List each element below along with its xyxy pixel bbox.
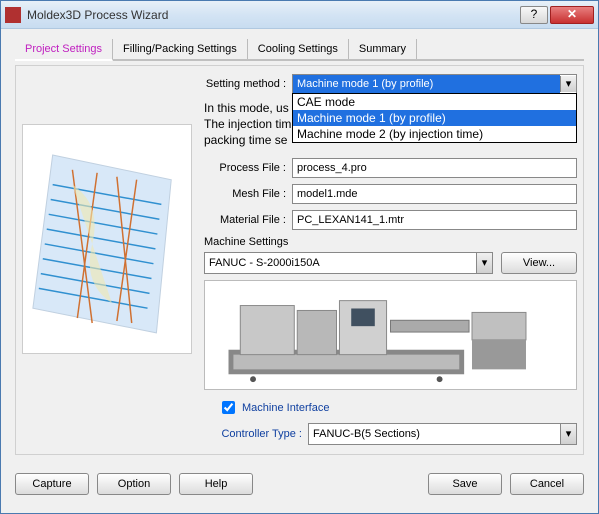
info-line-2: The injection tim (204, 117, 291, 131)
process-file-input[interactable] (292, 158, 577, 178)
setting-method-options: CAE mode Machine mode 1 (by profile) Mac… (292, 93, 577, 143)
machine-interface-label: Machine Interface (242, 402, 329, 414)
controller-type-dropdown[interactable]: FANUC-B(5 Sections) ▾ (308, 423, 577, 445)
material-file-label: Material File : (198, 214, 292, 226)
setting-method-dropdown[interactable]: Machine mode 1 (by profile) ▾ (292, 74, 577, 94)
process-file-label: Process File : (198, 162, 292, 174)
tab-filling-packing[interactable]: Filling/Packing Settings (113, 39, 248, 59)
cancel-button[interactable]: Cancel (510, 473, 584, 495)
machine-image (204, 280, 577, 390)
view-button[interactable]: View... (501, 252, 577, 274)
help-button-footer[interactable]: Help (179, 473, 253, 495)
footer-buttons: Capture Option Help Save Cancel (1, 465, 598, 503)
tab-cooling-settings[interactable]: Cooling Settings (248, 39, 349, 59)
tab-project-settings[interactable]: Project Settings (15, 39, 113, 61)
help-button[interactable]: ? (520, 6, 548, 24)
option-machine-mode-1[interactable]: Machine mode 1 (by profile) (293, 110, 576, 126)
machine-interface-checkbox[interactable] (222, 401, 235, 414)
option-button[interactable]: Option (97, 473, 171, 495)
info-line-3: packing time se (204, 133, 287, 147)
controller-type-value: FANUC-B(5 Sections) (309, 428, 560, 440)
mesh-file-input[interactable] (292, 184, 577, 204)
wizard-window: Moldex3D Process Wizard ? ✕ Project Sett… (0, 0, 599, 514)
controller-type-label: Controller Type : (198, 428, 308, 440)
tab-strip: Project Settings Filling/Packing Setting… (15, 39, 584, 61)
setting-method-label: Setting method : (198, 78, 292, 90)
machine-dropdown[interactable]: FANUC - S-2000i150A ▾ (204, 252, 493, 274)
material-file-input[interactable] (292, 210, 577, 230)
info-line-1: In this mode, us (204, 101, 289, 115)
chevron-down-icon[interactable]: ▾ (476, 253, 492, 273)
mesh-file-label: Mesh File : (198, 188, 292, 200)
setting-method-value: Machine mode 1 (by profile) (293, 75, 560, 93)
app-icon (5, 7, 21, 23)
option-machine-mode-2[interactable]: Machine mode 2 (by injection time) (293, 126, 576, 142)
chevron-down-icon[interactable]: ▾ (560, 424, 576, 444)
tab-summary[interactable]: Summary (349, 39, 417, 59)
capture-button[interactable]: Capture (15, 473, 89, 495)
chevron-down-icon[interactable]: ▾ (560, 76, 576, 92)
option-cae-mode[interactable]: CAE mode (293, 94, 576, 110)
close-button[interactable]: ✕ (550, 6, 594, 24)
mesh-preview (22, 124, 192, 354)
window-title: Moldex3D Process Wizard (27, 8, 518, 22)
titlebar: Moldex3D Process Wizard ? ✕ (1, 1, 598, 29)
machine-value: FANUC - S-2000i150A (205, 257, 476, 269)
machine-settings-label: Machine Settings (204, 236, 577, 248)
save-button[interactable]: Save (428, 473, 502, 495)
content-panel: Setting method : Machine mode 1 (by prof… (15, 65, 584, 455)
